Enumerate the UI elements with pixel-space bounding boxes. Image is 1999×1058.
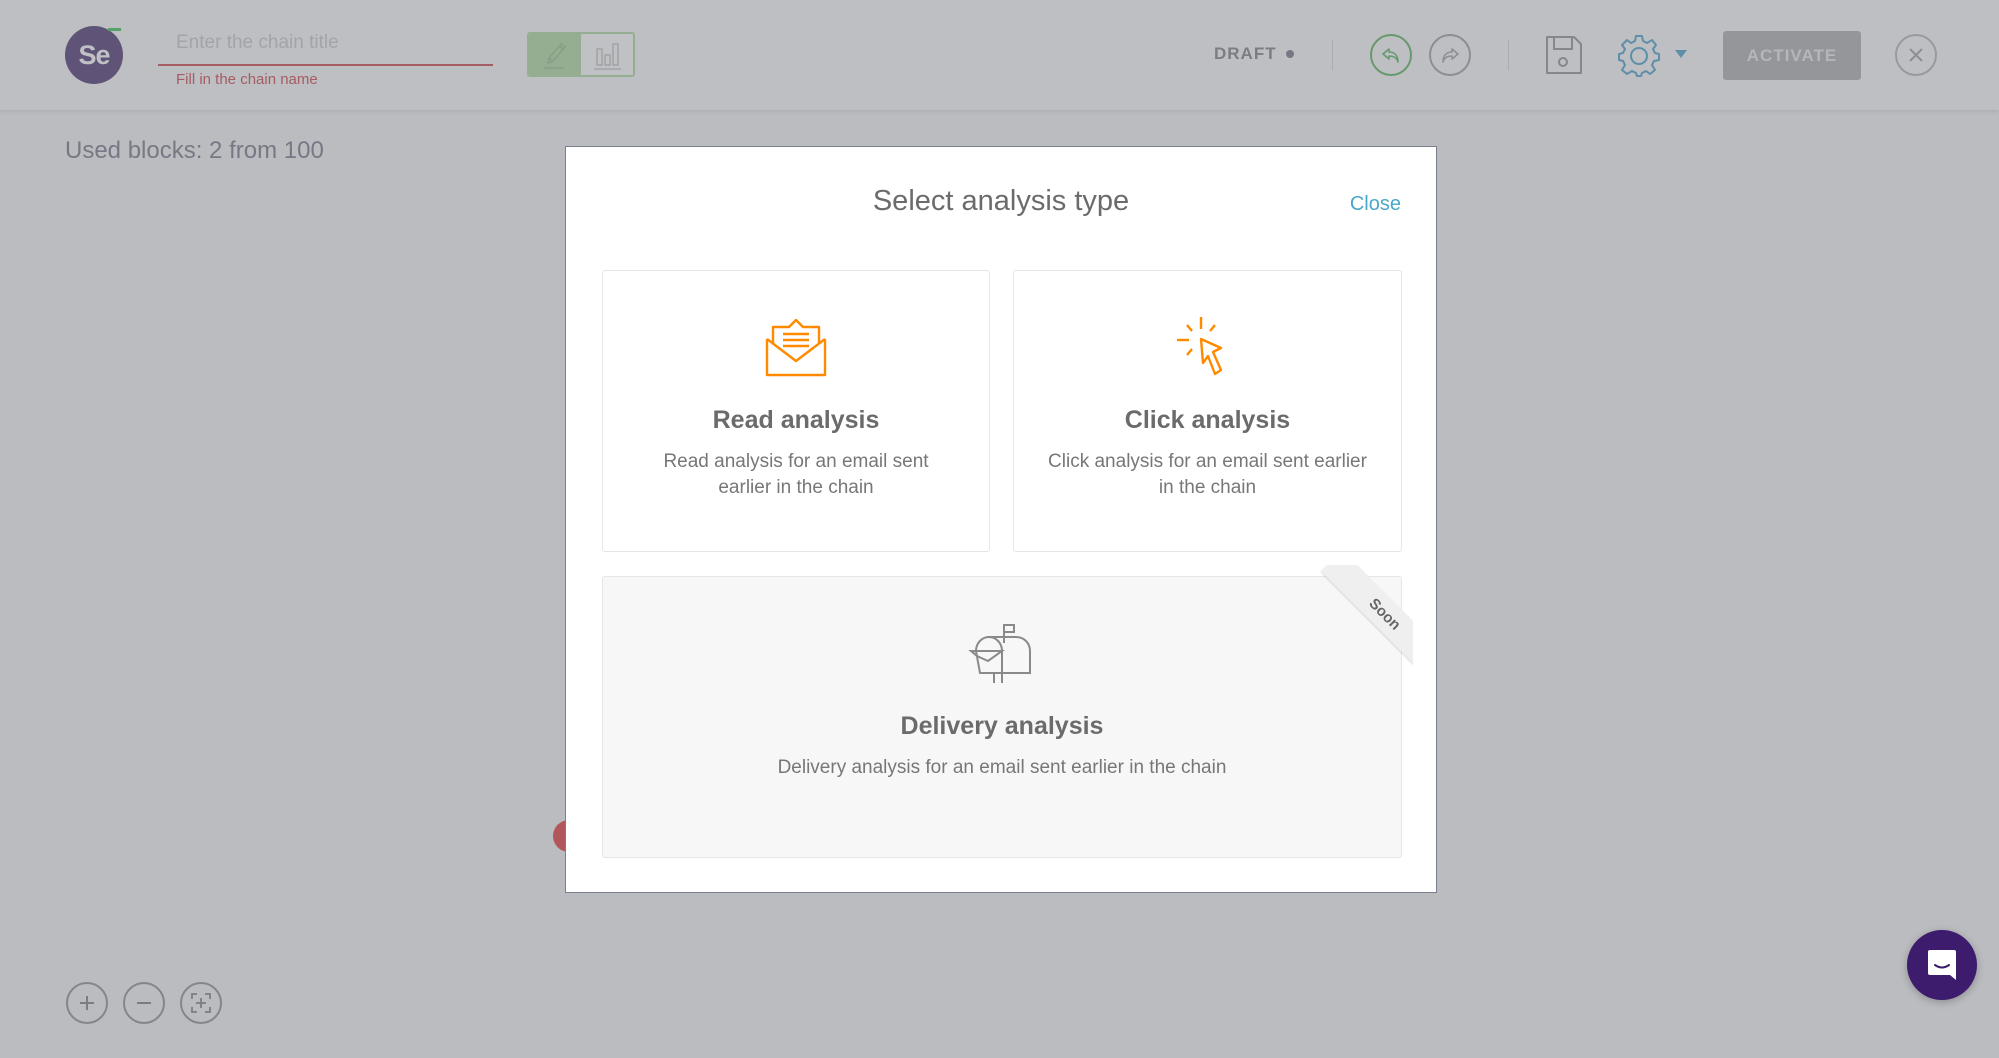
option-description: Read analysis for an email sent earlier … <box>663 451 929 498</box>
option-description: Delivery analysis for an email sent earl… <box>777 757 1227 778</box>
option-title: Click analysis <box>1124 406 1291 434</box>
chat-bubble-icon <box>1928 950 1956 980</box>
option-title: Read analysis <box>712 406 880 434</box>
delivery-analysis-option: Delivery analysis Delivery analysis for … <box>602 565 1413 858</box>
dialog-close-link[interactable]: Close <box>1350 193 1401 216</box>
mailbox-icon <box>968 624 1031 683</box>
cursor-click-icon <box>1176 317 1222 376</box>
soon-badge: Soon <box>1321 565 1413 675</box>
select-analysis-dialog: Select analysis type Close Read analysis… <box>565 146 1437 893</box>
click-analysis-option[interactable]: Click analysis Click analysis for an ema… <box>1013 270 1402 552</box>
option-description: Click analysis for an email sent earlier… <box>1048 451 1367 498</box>
dialog-title: Select analysis type <box>872 185 1130 217</box>
icon-wrap <box>1175 314 1241 382</box>
support-chat-button[interactable] <box>1907 930 1977 1000</box>
icon-wrap <box>763 314 829 382</box>
option-title: Delivery analysis <box>900 712 1104 740</box>
soon-ribbon: Soon <box>1303 565 1413 675</box>
read-analysis-option[interactable]: Read analysis Read analysis for an email… <box>602 270 990 552</box>
open-envelope-icon <box>765 318 827 377</box>
icon-wrap <box>968 620 1036 688</box>
